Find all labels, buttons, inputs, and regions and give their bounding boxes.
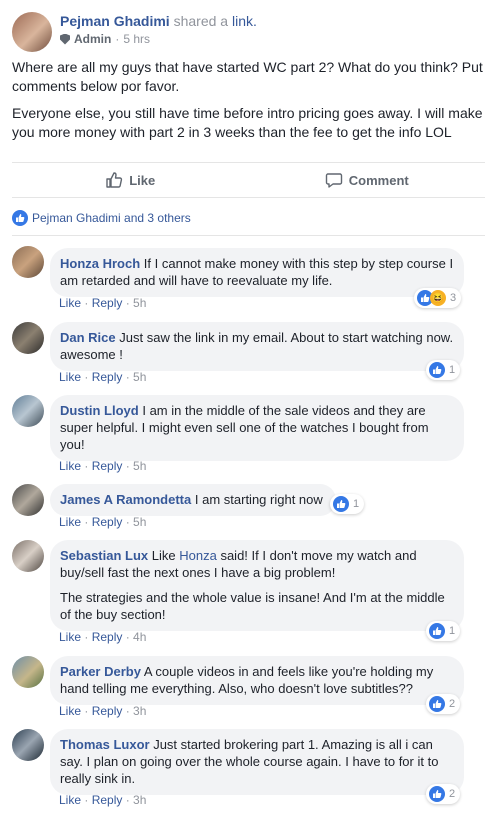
commenter-name[interactable]: James A Ramondetta <box>60 492 191 507</box>
avatar[interactable] <box>12 656 44 688</box>
comment-label: Comment <box>348 172 409 188</box>
avatar[interactable] <box>12 322 44 354</box>
like-reaction-icon <box>12 210 28 226</box>
comment-reply-link[interactable]: Reply <box>92 704 123 718</box>
post-header: Pejman Ghadimi shared a link. Admin · 5 … <box>12 12 257 52</box>
comment-timestamp[interactable]: 5h <box>133 296 146 310</box>
post-actions: Like Comment <box>12 162 485 198</box>
comment-actions: Like · Reply · 3h <box>59 793 147 807</box>
author-name[interactable]: Pejman Ghadimi <box>60 13 170 29</box>
comment-actions: Like · Reply · 5h <box>59 515 147 529</box>
comment-bubble: Honza Hroch If I cannot make money with … <box>50 248 464 297</box>
comment-actions: Like · Reply · 4h <box>59 630 147 644</box>
commenter-name[interactable]: Dan Rice <box>60 330 116 345</box>
like-button[interactable]: Like <box>12 163 249 197</box>
haha-icon: 😆 <box>430 290 446 306</box>
comment-bubble: Dustin Lloyd I am in the middle of the s… <box>50 395 464 461</box>
comment-like-link[interactable]: Like <box>59 630 81 644</box>
comment-timestamp[interactable]: 3h <box>133 793 146 807</box>
mention-link[interactable]: Honza <box>179 548 217 563</box>
commenter-name[interactable]: Dustin Lloyd <box>60 403 139 418</box>
reaction-count: 1 <box>353 498 360 510</box>
avatar[interactable] <box>12 484 44 516</box>
like-icon <box>429 362 445 378</box>
comment-paragraph: The strategies and the whole value is in… <box>60 590 445 622</box>
role-badge: Admin <box>74 32 112 46</box>
divider <box>12 235 485 236</box>
commenter-name[interactable]: Sebastian Lux <box>60 548 148 563</box>
like-icon <box>429 696 445 712</box>
avatar[interactable] <box>12 729 44 761</box>
likes-summary-text: Pejman Ghadimi and 3 others <box>32 211 191 225</box>
meta-separator: · <box>115 32 120 46</box>
comment-text: Like <box>151 548 176 563</box>
likes-summary[interactable]: Pejman Ghadimi and 3 others <box>12 210 191 226</box>
comment-reply-link[interactable]: Reply <box>92 459 123 473</box>
reaction-count: 1 <box>449 364 456 376</box>
comment-icon <box>325 173 342 188</box>
post-body: Where are all my guys that have started … <box>12 58 487 150</box>
comment-text: Just saw the link in my email. About to … <box>60 330 454 362</box>
reaction-count: 3 <box>450 292 457 304</box>
comment-like-link[interactable]: Like <box>59 296 81 310</box>
comment-reactions[interactable]: 1 <box>426 621 461 641</box>
author-line: Pejman Ghadimi shared a link. <box>60 13 257 29</box>
reaction-count: 1 <box>449 625 456 637</box>
post-meta: Admin · 5 hrs <box>60 32 257 46</box>
commenter-name[interactable]: Parker Derby <box>60 664 141 679</box>
comment-paragraph: Sebastian Lux Like Honza said! If I don'… <box>60 547 454 581</box>
comment-actions: Like · Reply · 5h <box>59 370 147 384</box>
comment-bubble: Sebastian Lux Like Honza said! If I don'… <box>50 540 464 631</box>
comment-reactions[interactable]: 2 <box>426 784 461 804</box>
comment-reply-link[interactable]: Reply <box>92 630 123 644</box>
comment-timestamp[interactable]: 5h <box>133 515 146 529</box>
comment-reactions[interactable]: 😆 3 <box>414 288 462 308</box>
comment-timestamp[interactable]: 3h <box>133 704 146 718</box>
reaction-count: 2 <box>449 788 456 800</box>
comment-reply-link[interactable]: Reply <box>92 370 123 384</box>
comment-text: I am starting right now <box>194 492 323 507</box>
comment-reactions[interactable]: 1 <box>426 360 461 380</box>
commenter-name[interactable]: Honza Hroch <box>60 256 140 271</box>
avatar[interactable] <box>12 395 44 427</box>
comment-reactions[interactable]: 2 <box>426 694 461 714</box>
reaction-count: 2 <box>449 698 456 710</box>
comment-bubble: Thomas Luxor Just started brokering part… <box>50 729 464 795</box>
avatar[interactable] <box>12 246 44 278</box>
comment-actions: Like · Reply · 5h <box>59 459 147 473</box>
share-action-text: shared a <box>173 13 229 29</box>
comment-reply-link[interactable]: Reply <box>92 296 123 310</box>
comment-button[interactable]: Comment <box>249 163 486 197</box>
comment-bubble: Parker Derby A couple videos in and feel… <box>50 656 464 705</box>
comment-timestamp[interactable]: 5h <box>133 370 146 384</box>
comment-like-link[interactable]: Like <box>59 704 81 718</box>
like-icon <box>429 623 445 639</box>
comment-reply-link[interactable]: Reply <box>92 793 123 807</box>
avatar[interactable] <box>12 540 44 572</box>
commenter-name[interactable]: Thomas Luxor <box>60 737 150 752</box>
post-timestamp[interactable]: 5 hrs <box>123 32 150 46</box>
like-icon <box>333 496 349 512</box>
comment-like-link[interactable]: Like <box>59 370 81 384</box>
comment-actions: Like · Reply · 5h <box>59 296 147 310</box>
comment-bubble: James A Ramondetta I am starting right n… <box>50 484 336 516</box>
comment-like-link[interactable]: Like <box>59 515 81 529</box>
post-author-block: Pejman Ghadimi shared a link. Admin · 5 … <box>60 13 257 52</box>
thumbs-up-icon <box>106 172 123 188</box>
avatar[interactable] <box>12 12 52 52</box>
comment-timestamp[interactable]: 4h <box>133 630 146 644</box>
like-label: Like <box>129 172 156 188</box>
post-paragraph: Everyone else, you still have time befor… <box>12 105 483 140</box>
comment-like-link[interactable]: Like <box>59 793 81 807</box>
comment-like-link[interactable]: Like <box>59 459 81 473</box>
comment-actions: Like · Reply · 3h <box>59 704 147 718</box>
comment-reply-link[interactable]: Reply <box>92 515 123 529</box>
shield-icon <box>60 33 70 45</box>
comment-timestamp[interactable]: 5h <box>133 459 146 473</box>
shared-link[interactable]: link. <box>232 13 257 29</box>
like-icon <box>429 786 445 802</box>
comment-bubble: Dan Rice Just saw the link in my email. … <box>50 322 464 371</box>
post-paragraph: Where are all my guys that have started … <box>12 59 483 94</box>
comment-reactions[interactable]: 1 <box>330 494 365 514</box>
